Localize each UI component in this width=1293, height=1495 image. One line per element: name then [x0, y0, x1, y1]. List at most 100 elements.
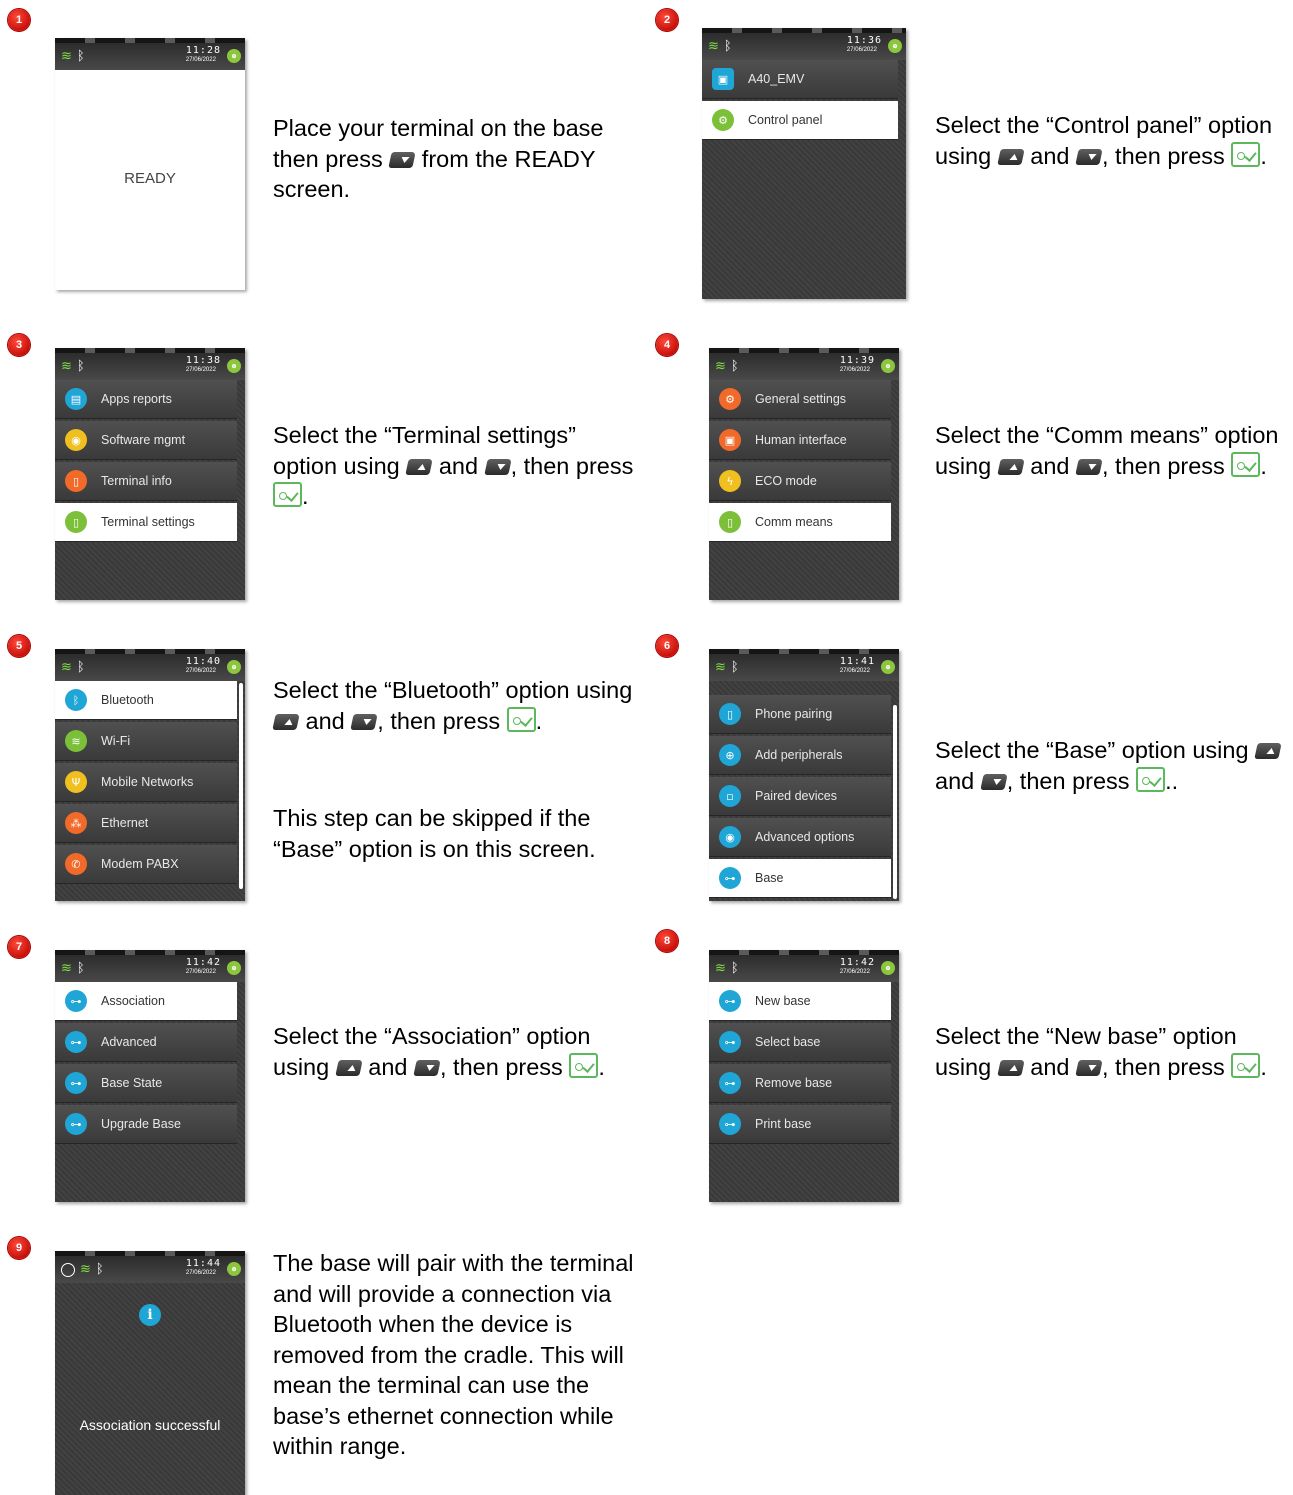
validate-key-icon	[273, 482, 302, 507]
step-badge-6: 6	[656, 635, 678, 657]
battery-icon: ⊕	[881, 961, 895, 975]
phone-icon: ✆	[65, 853, 87, 875]
menu-item-print-base[interactable]: ⊶ Print base	[709, 1105, 891, 1144]
menu-item-eco-mode[interactable]: ϟ ECO mode	[709, 462, 891, 501]
display-icon: ▣	[719, 429, 741, 451]
bluetooth-icon: ᛒ	[76, 49, 85, 64]
menu-item-ethernet[interactable]: ⁂ Ethernet	[55, 804, 237, 843]
down-arrow-key-icon	[413, 1059, 441, 1076]
bluetooth-icon: ᛒ	[76, 660, 85, 675]
status-date: 27/06/2022	[846, 47, 877, 53]
status-date: 27/06/2022	[839, 668, 870, 674]
menu-item-advanced[interactable]: ⊶ Advanced	[55, 1023, 237, 1062]
wifi-icon: ≋	[715, 961, 726, 976]
menu-item-control-panel[interactable]: ⚙ Control panel	[702, 101, 898, 140]
validate-key-icon	[1231, 1052, 1261, 1078]
terminal-screen-association-successful: ≋ ᛒ 11:44 27/06/2022 ⊕ i Association succ…	[55, 1251, 245, 1495]
up-arrow-key-icon	[272, 713, 300, 730]
base-icon: ⊶	[719, 1072, 741, 1094]
terminal-screen-base: ≋ ᛒ 11:42 27/06/2022 ⊕ ⊶ Association ⊶ Adva…	[55, 950, 245, 1202]
menu-item-comm-means[interactable]: ▯ Comm means	[709, 503, 891, 542]
battery-icon: ⊕	[227, 359, 241, 373]
menu-item-human-interface[interactable]: ▣ Human interface	[709, 421, 891, 460]
scrollbar[interactable]	[239, 683, 243, 889]
status-time: 11:38	[185, 355, 221, 366]
status-date: 27/06/2022	[839, 367, 870, 373]
validate-key-icon	[569, 1052, 599, 1078]
base-icon: ⊶	[719, 1113, 741, 1135]
status-time: 11:36	[846, 35, 882, 46]
up-arrow-key-icon	[405, 458, 433, 475]
app-icon: ▣	[712, 68, 734, 90]
association-successful-message: Association successful	[79, 1417, 221, 1433]
menu-item-mobile-networks[interactable]: Ψ Mobile Networks	[55, 763, 237, 802]
terminal-screen-association: ≋ ᛒ 11:42 27/06/2022 ⊕ ⊶ New base ⊶ Select …	[709, 950, 899, 1202]
menu-item-software-mgmt[interactable]: ◉ Software mgmt	[55, 421, 237, 460]
menu-item-upgrade-base[interactable]: ⊶ Upgrade Base	[55, 1105, 237, 1144]
step-9-description: The base will pair with the terminal and…	[273, 1250, 634, 1459]
menu-item-a40-emv[interactable]: ▣ A40_EMV	[702, 60, 898, 99]
bluetooth-icon: ᛒ	[76, 359, 85, 374]
step-badge-4: 4	[656, 334, 678, 356]
bluetooth-icon: ᛒ	[65, 689, 87, 711]
base-icon: ⊶	[719, 867, 741, 889]
wifi-icon: ≋	[61, 660, 72, 675]
scrollbar[interactable]	[893, 705, 897, 899]
menu-item-terminal-info[interactable]: ▯ Terminal info	[55, 462, 237, 501]
up-arrow-key-icon	[1254, 743, 1282, 759]
status-time: 11:28	[185, 45, 221, 56]
status-time: 11:44	[185, 1258, 221, 1269]
settings-icon: ⚙	[719, 388, 741, 410]
step-badge-9: 9	[8, 1237, 30, 1259]
menu-item-bluetooth[interactable]: ᛒ Bluetooth	[55, 681, 237, 720]
menu-item-terminal-settings[interactable]: ▯ Terminal settings	[55, 503, 237, 542]
menu-item-wifi[interactable]: ≋ Wi-Fi	[55, 722, 237, 761]
info-icon: i	[139, 1304, 161, 1326]
step-badge-8: 8	[656, 930, 678, 952]
ethernet-icon	[61, 1262, 75, 1277]
step-4-description: Select the “Comm means” option using and…	[935, 422, 1279, 479]
status-time: 11:42	[839, 957, 875, 968]
add-icon: ⊕	[719, 744, 741, 766]
step-badge-2: 2	[656, 9, 678, 31]
report-icon: ▤	[65, 388, 87, 410]
bluetooth-icon: ᛒ	[730, 961, 739, 976]
down-arrow-key-icon	[980, 773, 1008, 790]
ready-label: READY	[124, 170, 176, 187]
menu-item-new-base[interactable]: ⊶ New base	[709, 982, 891, 1021]
wifi-icon: ≋	[61, 961, 72, 976]
menu-item-phone-pairing[interactable]: ▯ Phone pairing	[709, 695, 891, 734]
menu-item-advanced-options[interactable]: ◉ Advanced options	[709, 818, 891, 857]
down-arrow-key-icon	[350, 713, 378, 730]
battery-icon: ⊕	[227, 1262, 241, 1276]
status-time: 11:40	[185, 656, 221, 667]
terminal-screen-ready: ≋ ᛒ 11:28 27/06/2022 ⊕ READY	[55, 38, 245, 290]
terminal-screen-main-menu: ≋ ᛒ 11:36 27/06/2022 ⊕ ▣ A40_EMV ⚙ Control …	[702, 28, 906, 299]
base-icon: ⊶	[719, 990, 741, 1012]
menu-item-select-base[interactable]: ⊶ Select base	[709, 1023, 891, 1062]
advanced-icon: ◉	[719, 826, 741, 848]
menu-item-base-state[interactable]: ⊶ Base State	[55, 1064, 237, 1103]
menu-item-modem-pabx[interactable]: ✆ Modem PABX	[55, 845, 237, 884]
validate-key-icon	[1231, 141, 1261, 167]
bluetooth-icon: ᛒ	[95, 1262, 104, 1277]
menu-item-remove-base[interactable]: ⊶ Remove base	[709, 1064, 891, 1103]
down-arrow-key-icon	[1075, 458, 1103, 475]
step-8-description: Select the “New base” option using and ,…	[935, 1023, 1267, 1080]
step-3-description: Select the “Terminal settings” option us…	[273, 422, 634, 509]
menu-item-apps-reports[interactable]: ▤ Apps reports	[55, 380, 237, 419]
menu-item-add-peripherals[interactable]: ⊕ Add peripherals	[709, 736, 891, 775]
menu-item-association[interactable]: ⊶ Association	[55, 982, 237, 1021]
base-icon: ⊶	[65, 1072, 87, 1094]
status-date: 27/06/2022	[185, 1270, 216, 1276]
menu-item-base[interactable]: ⊶ Base	[709, 859, 891, 898]
comm-icon: ▯	[719, 511, 741, 533]
step-6-description: Select the “Base” option using and , the…	[935, 735, 1293, 796]
step-badge-3: 3	[8, 334, 30, 356]
battery-icon: ⊕	[881, 359, 895, 373]
validate-key-icon	[1231, 451, 1261, 477]
menu-item-paired-devices[interactable]: ▫ Paired devices	[709, 777, 891, 816]
validate-key-icon	[1136, 766, 1166, 792]
menu-item-general-settings[interactable]: ⚙ General settings	[709, 380, 891, 419]
base-icon: ⊶	[65, 1113, 87, 1135]
